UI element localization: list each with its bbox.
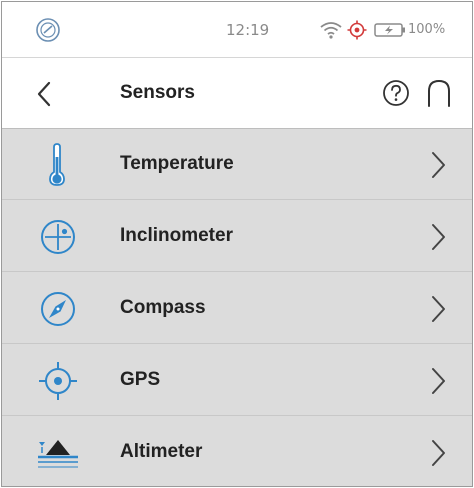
sensor-item-inclinometer[interactable]: Inclinometer: [2, 201, 472, 272]
chevron-right-icon: [432, 296, 445, 322]
help-icon[interactable]: [382, 79, 410, 107]
sensor-item-compass[interactable]: Compass: [2, 273, 472, 344]
app-logo-icon: [36, 18, 60, 42]
device-screen: 12:19 100% Sensors Temperature Inclinome…: [1, 1, 473, 487]
status-time: 12:19: [226, 21, 270, 39]
home-icon[interactable]: [424, 78, 454, 108]
sensor-item-label: GPS: [120, 369, 161, 390]
sensor-item-altimeter[interactable]: Altimeter: [2, 417, 472, 486]
chevron-right-icon: [432, 440, 445, 466]
sensor-list: Temperature Inclinometer Compass GPS Alt…: [2, 129, 472, 486]
battery-percent: 100%: [408, 22, 446, 37]
chevron-right-icon: [432, 368, 445, 394]
chevron-right-icon: [432, 152, 445, 178]
sensor-item-label: Compass: [120, 297, 206, 318]
gps-icon: [39, 362, 77, 400]
sensor-item-label: Inclinometer: [120, 225, 233, 246]
page-header: Sensors: [2, 59, 472, 129]
sensor-item-label: Temperature: [120, 153, 234, 174]
altimeter-icon: [38, 440, 78, 468]
chevron-right-icon: [432, 224, 445, 250]
compass-icon: [41, 292, 75, 326]
inclinometer-icon: [41, 220, 75, 254]
page-title: Sensors: [120, 82, 195, 103]
status-bar: 12:19 100%: [2, 2, 472, 58]
sensor-item-gps[interactable]: GPS: [2, 345, 472, 416]
wifi-icon: [320, 22, 342, 39]
thermometer-icon: [49, 143, 65, 186]
battery-charging-icon: [374, 23, 405, 37]
gps-target-icon: [347, 20, 367, 40]
back-chevron-icon[interactable]: [32, 79, 58, 109]
sensor-item-label: Altimeter: [120, 441, 203, 462]
sensor-item-temperature[interactable]: Temperature: [2, 129, 472, 200]
